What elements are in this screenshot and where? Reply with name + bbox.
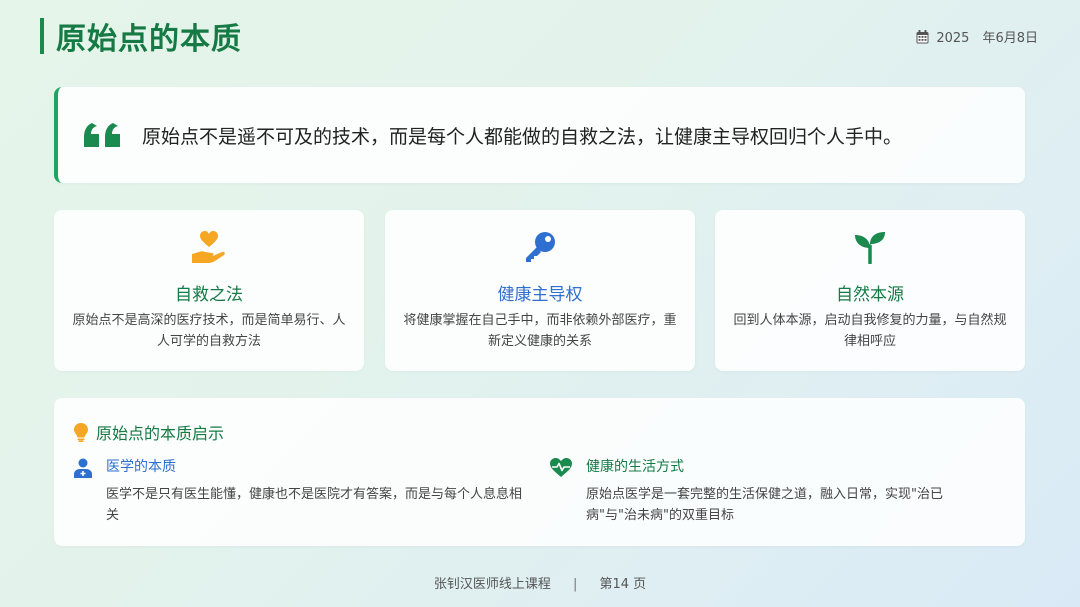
quote-icon — [84, 121, 122, 149]
sprout-icon — [715, 230, 1025, 264]
quote-text: 原始点不是遥不可及的技术，而是每个人都能做的自救之法，让健康主导权回归个人手中。 — [142, 125, 903, 148]
insight-item-desc: 医学不是只有医生能懂，健康也不是医院才有答案，而是与每个人息息相关 — [106, 487, 523, 523]
insight-item-title: 医学的本质 — [106, 459, 176, 475]
insight-title: 原始点的本质启示 — [96, 424, 225, 443]
quote-card: 原始点不是遥不可及的技术，而是每个人都能做的自救之法，让健康主导权回归个人手中。 — [54, 87, 1025, 183]
insight-item-lifestyle: 健康的生活方式 原始点医学是一套完整的生活保健之道，融入日常，实现"治已病"与"… — [550, 456, 970, 526]
calendar-icon — [916, 29, 929, 43]
feature-title: 自救之法 — [175, 285, 243, 305]
insight-card: 原始点的本质启示 医学的本质 医学不是只有医生能懂，健康也不是医院才有答案，而是… — [54, 398, 1025, 546]
insight-header: 原始点的本质启示 — [74, 420, 224, 444]
insight-item-medicine: 医学的本质 医学不是只有医生能懂，健康也不是医院才有答案，而是与每个人息息相关 — [74, 456, 534, 526]
footer-separator: | — [572, 577, 578, 592]
date-display: 2025 年6月8日 — [916, 27, 1038, 46]
footer: 张钊汉医师线上课程 | 第14 页 — [0, 573, 1080, 592]
key-icon — [385, 230, 695, 264]
feature-title: 健康主导权 — [497, 285, 583, 305]
lightbulb-icon — [74, 422, 88, 442]
feature-card-natural-origin: 自然本源 回到人体本源，启动自我修复的力量，与自然规律相呼应 — [715, 210, 1025, 371]
date-text: 2025 年6月8日 — [936, 31, 1038, 46]
footer-page-number: 第14 页 — [599, 577, 647, 592]
feature-title: 自然本源 — [836, 285, 904, 305]
feature-card-self-rescue: 自救之法 原始点不是高深的医疗技术，而是简单易行、人人可学的自救方法 — [54, 210, 364, 371]
feature-card-health-control: 健康主导权 将健康掌握在自己手中，而非依赖外部医疗，重新定义健康的关系 — [385, 210, 695, 371]
hand-heart-icon — [54, 230, 364, 264]
heartbeat-icon — [550, 458, 572, 482]
page-title: 原始点的本质 — [56, 22, 242, 57]
feature-desc: 回到人体本源，启动自我修复的力量，与自然规律相呼应 — [733, 313, 1007, 349]
doctor-icon — [74, 458, 92, 482]
page-title-bar: 原始点的本质 — [40, 18, 242, 57]
feature-desc: 将健康掌握在自己手中，而非依赖外部医疗，重新定义健康的关系 — [403, 313, 677, 349]
feature-desc: 原始点不是高深的医疗技术，而是简单易行、人人可学的自救方法 — [72, 313, 346, 349]
insight-item-title: 健康的生活方式 — [586, 459, 684, 475]
insight-item-desc: 原始点医学是一套完整的生活保健之道，融入日常，实现"治已病"与"治未病"的双重目… — [586, 487, 943, 523]
footer-course: 张钊汉医师线上课程 — [433, 577, 551, 592]
